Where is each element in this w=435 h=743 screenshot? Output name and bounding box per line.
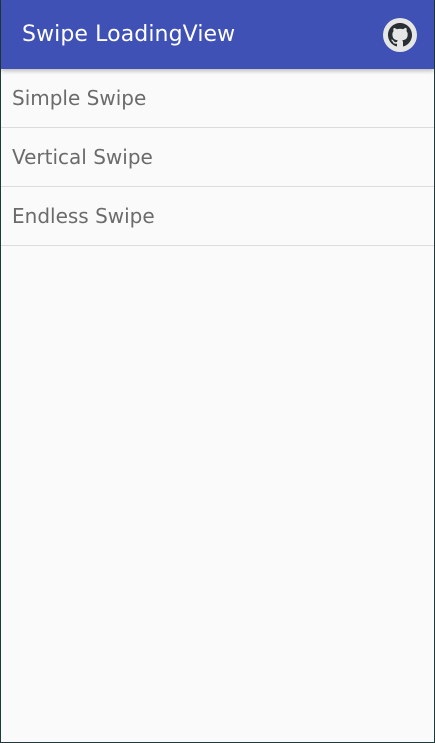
list-item-simple-swipe[interactable]: Simple Swipe [1,69,434,128]
app-title: Swipe LoadingView [22,21,236,47]
list-item-endless-swipe[interactable]: Endless Swipe [1,187,434,246]
list-item-label: Endless Swipe [12,204,155,228]
github-button[interactable] [383,17,417,52]
github-icon [388,22,412,46]
swipe-options-list: Simple Swipe Vertical Swipe Endless Swip… [1,69,434,246]
list-item-vertical-swipe[interactable]: Vertical Swipe [1,128,434,187]
app-screen: Swipe LoadingView Simple Swipe Vertical … [0,0,435,743]
list-item-label: Vertical Swipe [12,145,153,169]
app-bar: Swipe LoadingView [1,0,434,69]
list-item-label: Simple Swipe [12,86,147,110]
